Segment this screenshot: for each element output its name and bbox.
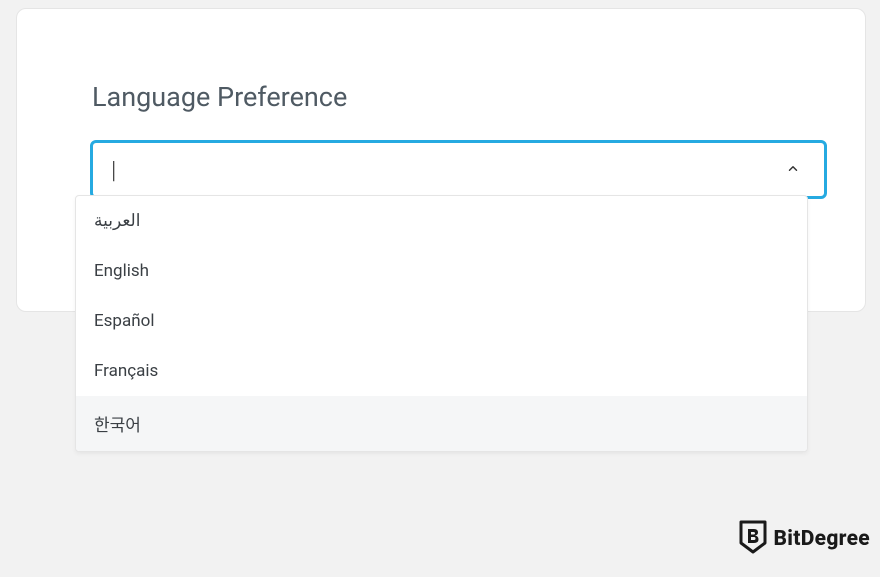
language-dropdown: العربية English Español Français 한국어 (75, 195, 808, 452)
option-label: 한국어 (94, 416, 141, 436)
option-label: Français (94, 361, 158, 381)
language-option-english[interactable]: English (76, 246, 807, 296)
input-cursor: | (111, 156, 116, 184)
chevron-up-icon[interactable] (786, 160, 800, 179)
bitdegree-logo-text: BitDegree (774, 527, 870, 551)
option-label: Español (94, 311, 154, 331)
language-option-korean[interactable]: 한국어 (76, 396, 807, 451)
option-label: العربية (94, 211, 140, 231)
language-option-spanish[interactable]: Español (76, 296, 807, 346)
bitdegree-logo: BitDegree (738, 519, 870, 559)
language-option-french[interactable]: Français (76, 346, 807, 396)
language-preference-heading: Language Preference (92, 81, 347, 113)
language-combobox[interactable]: | (90, 140, 827, 199)
option-label: English (94, 261, 149, 281)
bitdegree-shield-icon (738, 519, 768, 559)
language-option-arabic[interactable]: العربية (76, 196, 807, 246)
